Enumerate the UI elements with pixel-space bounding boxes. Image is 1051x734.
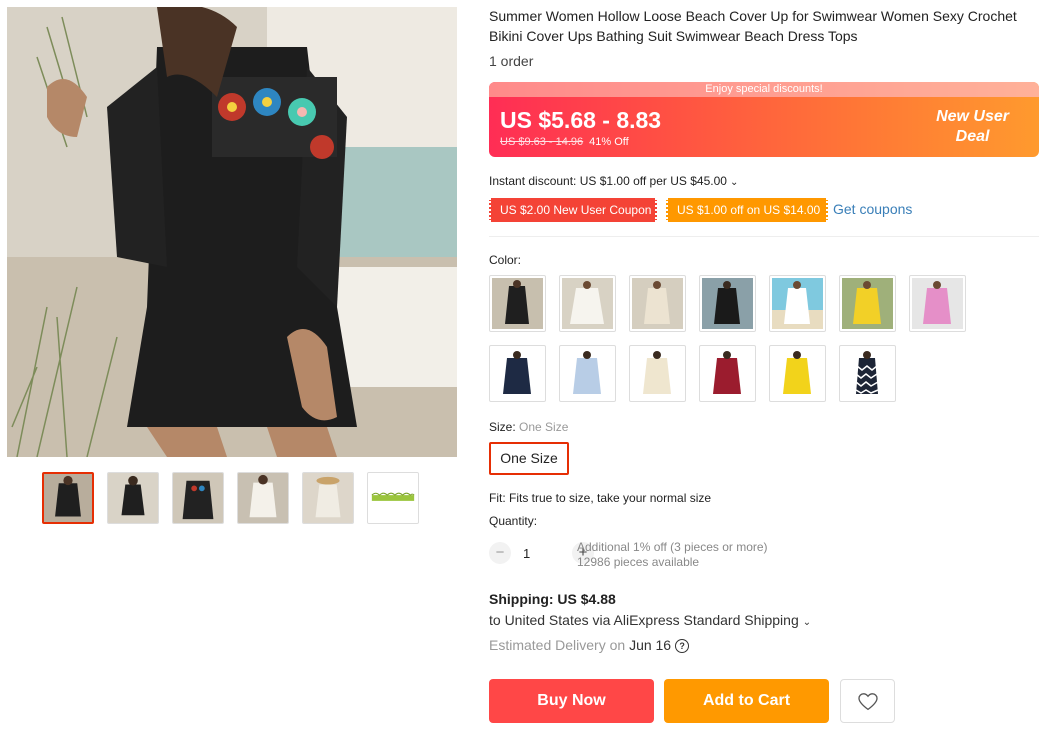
thumbnail-4[interactable]: [237, 472, 289, 524]
color-swatch-8[interactable]: [489, 345, 546, 402]
thumbnail-2[interactable]: [107, 472, 159, 524]
get-coupons-link[interactable]: Get coupons: [833, 201, 912, 217]
new-user-deal-badge: New User Deal: [936, 108, 1009, 145]
color-swatch-4[interactable]: [699, 275, 756, 332]
thumbnail-5[interactable]: [302, 472, 354, 524]
original-price-row: US $9.63 - 14.96 41% Off: [500, 136, 629, 148]
size-label: Size: One Size: [489, 420, 569, 434]
quantity-decrease-button[interactable]: −: [489, 542, 511, 564]
discount-banner-text: Enjoy special discounts!: [489, 82, 1039, 97]
color-swatch-5[interactable]: [769, 275, 826, 332]
quantity-label: Quantity:: [489, 514, 538, 528]
size-selected-value: One Size: [519, 420, 569, 434]
quantity-value[interactable]: 1: [523, 546, 530, 561]
instant-discount[interactable]: Instant discount: US $1.00 off per US $4…: [489, 174, 738, 188]
price-banner: Enjoy special discounts! US $5.68 - 8.83…: [489, 82, 1039, 157]
current-price: US $5.68 - 8.83: [500, 107, 662, 133]
order-count: 1 order: [489, 53, 534, 69]
chevron-down-icon: ⌄: [729, 177, 739, 188]
color-swatch-2[interactable]: [559, 275, 616, 332]
new-user-coupon[interactable]: US $2.00 New User Coupon: [489, 198, 657, 222]
heart-icon: [858, 693, 878, 711]
shipping-method[interactable]: to United States via AliExpress Standard…: [489, 612, 811, 628]
quantity-note: Additional 1% off (3 pieces or more) 129…: [577, 540, 768, 569]
divider: [489, 236, 1039, 237]
thumbnail-1[interactable]: [42, 472, 94, 524]
wishlist-button[interactable]: [840, 679, 895, 723]
color-label: Color:: [489, 253, 522, 267]
color-swatch-3[interactable]: [629, 275, 686, 332]
color-swatch-1[interactable]: [489, 275, 546, 332]
thumbnail-6[interactable]: [367, 472, 419, 524]
color-swatch-12[interactable]: [769, 345, 826, 402]
shipping-cost: Shipping: US $4.88: [489, 591, 616, 607]
color-swatch-9[interactable]: [559, 345, 616, 402]
help-icon[interactable]: ?: [675, 639, 690, 653]
color-swatch-13[interactable]: [839, 345, 896, 402]
discount-percent: 41% Off: [589, 136, 629, 148]
main-product-image[interactable]: [7, 7, 457, 457]
color-swatch-10[interactable]: [629, 345, 686, 402]
buy-now-button[interactable]: Buy Now: [489, 679, 654, 723]
color-swatch-6[interactable]: [839, 275, 896, 332]
delivery-date: Jun 16: [629, 637, 672, 653]
fit-note: Fit: Fits true to size, take your normal…: [489, 491, 712, 505]
thumbnail-3[interactable]: [172, 472, 224, 524]
size-option-one-size[interactable]: One Size: [489, 442, 569, 475]
add-to-cart-button[interactable]: Add to Cart: [664, 679, 829, 723]
chevron-down-icon: ⌄: [802, 617, 812, 628]
product-title: Summer Women Hollow Loose Beach Cover Up…: [489, 8, 1017, 44]
color-swatch-11[interactable]: [699, 345, 756, 402]
estimated-delivery: Estimated Delivery on Jun 16?: [489, 637, 690, 653]
color-swatch-7[interactable]: [909, 275, 966, 332]
store-coupon[interactable]: US $1.00 off on US $14.00: [666, 198, 828, 222]
original-price: US $9.63 - 14.96: [500, 136, 584, 148]
